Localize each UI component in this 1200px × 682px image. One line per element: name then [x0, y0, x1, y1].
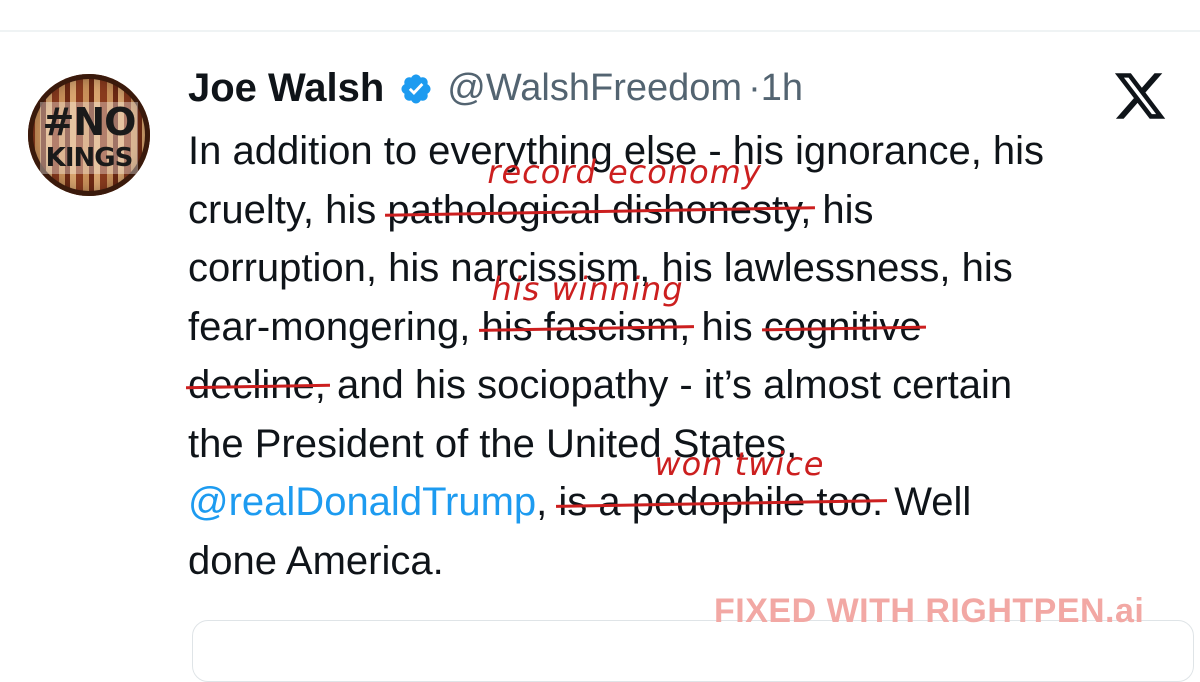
time-separator: · — [748, 67, 761, 109]
tweet-line-8: done America. — [188, 538, 444, 583]
tweet-line-7: @realDonaldTrump, is a pedophile too. won… — [188, 445, 1188, 532]
tweet-line-5: decline, and his sociopathy - it’s almos… — [188, 356, 1188, 415]
tweet-header: Joe Walsh @WalshFreedom ·1h — [188, 66, 803, 118]
struck-text-dishonesty: pathological dishonesty, record economy — [387, 153, 811, 240]
tweet-line-2: cruelty, his pathological dishonesty, rec… — [188, 153, 1188, 240]
edit-annotation-won-twice: won twice — [654, 445, 825, 483]
avatar-text-no: #NO — [42, 100, 137, 144]
tweet-time[interactable]: 1h — [761, 67, 803, 109]
tweet-line-3: corruption, his narcissism, his lawlessn… — [188, 246, 1013, 290]
tweet-text-span: his — [690, 304, 764, 349]
tweet-text-span: Well — [883, 480, 972, 524]
x-logo-icon[interactable] — [1112, 68, 1168, 124]
tweet-text-span: , — [536, 480, 559, 524]
tweet-text-span: and his sociopathy - it’s almost certain — [325, 363, 1013, 407]
verified-badge-icon — [401, 73, 431, 104]
avatar-text-kings: KINGS — [45, 143, 134, 173]
edit-annotation-record-economy: record economy — [487, 152, 762, 191]
struck-text-decline: decline, — [188, 356, 326, 415]
tweet-text-span: his — [811, 187, 874, 232]
struck-text-cognitive: cognitive — [764, 298, 922, 357]
watermark: FIXED WITH RIGHTPEN.ai — [714, 592, 1145, 630]
tweet-line-4: fear-mongering, his fascism, his winning … — [188, 270, 1188, 357]
struck-text-pedophile: is a pedophile too. won twice — [558, 445, 883, 532]
author-handle[interactable]: @WalshFreedom — [447, 67, 742, 109]
tweet-text-span: cruelty, his — [188, 187, 388, 232]
tweet-text: In addition to everything else - his ign… — [188, 122, 1188, 590]
mention-link[interactable]: @realDonaldTrump — [188, 480, 536, 524]
avatar[interactable]: #NO KINGS — [28, 74, 150, 196]
author-name[interactable]: Joe Walsh — [188, 66, 384, 110]
struck-text-fascism: his fascism, his winning — [481, 270, 690, 357]
tweet-text-span: fear-mongering, — [188, 304, 482, 349]
top-divider — [0, 30, 1200, 32]
edit-annotation-his-winning: his winning — [491, 269, 684, 308]
